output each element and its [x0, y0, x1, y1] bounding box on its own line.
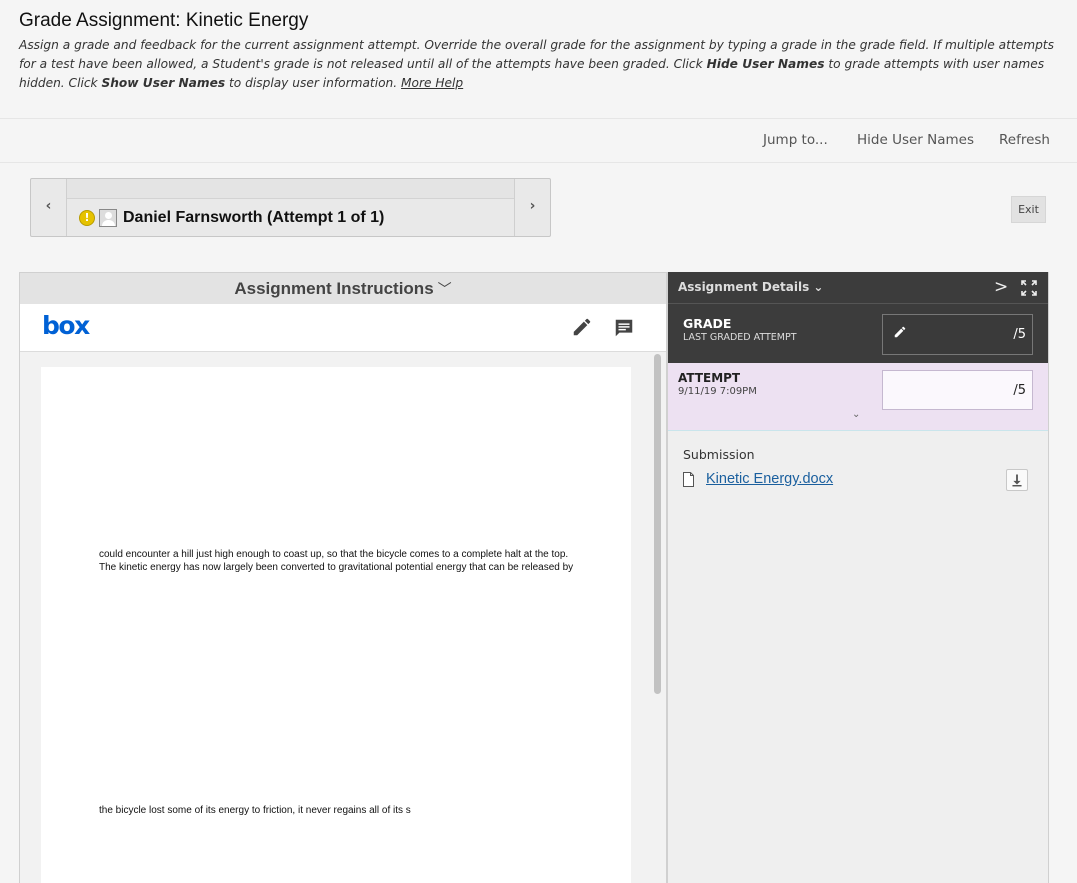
desc-text-3: to display user information.: [225, 76, 402, 90]
avatar-icon: [99, 209, 117, 227]
previous-student-button[interactable]: ‹: [31, 179, 67, 236]
chevron-down-icon[interactable]: ⌄: [852, 409, 860, 420]
attempt-date: 9/11/19 7:09PM: [678, 386, 757, 397]
download-button[interactable]: [1006, 469, 1028, 491]
comment-icon[interactable]: [613, 317, 635, 339]
attempt-label: ATTEMPT: [678, 371, 741, 385]
attempt-denominator: /5: [1013, 383, 1026, 398]
box-viewer-toolbar: box: [20, 304, 666, 352]
attempt-row: ATTEMPT 9/11/19 7:09PM /5 ⌄: [668, 363, 1048, 431]
desc-bold-show-user-names: Show User Names: [101, 76, 226, 90]
jump-to-link[interactable]: Jump to...: [763, 132, 828, 148]
current-student[interactable]: ! Daniel Farnsworth (Attempt 1 of 1): [79, 207, 384, 229]
chevron-down-icon: ⌄: [813, 280, 824, 294]
pencil-icon: [894, 326, 906, 338]
details-title: Assignment Details: [678, 280, 810, 294]
navigator-track: [67, 179, 514, 199]
overall-grade-field[interactable]: /5: [882, 314, 1033, 355]
collapse-panel-button[interactable]: >: [994, 277, 1008, 297]
assignment-details-toggle[interactable]: Assignment Details ⌄: [678, 280, 823, 294]
box-logo: box: [42, 311, 90, 340]
student-name: Daniel Farnsworth (Attempt 1 of 1): [123, 209, 385, 226]
attempt-grade-field[interactable]: /5: [882, 370, 1033, 410]
desc-bold-hide-user-names: Hide User Names: [706, 57, 825, 71]
pencil-icon[interactable]: [571, 316, 593, 338]
document-page: could encounter a hill just high enough …: [41, 367, 631, 883]
grade-row: GRADE LAST GRADED ATTEMPT /5: [668, 304, 1048, 363]
page-description: Assign a grade and feedback for the curr…: [19, 36, 1059, 93]
page-title: Grade Assignment: Kinetic Energy: [19, 10, 309, 31]
document-paragraph: the bicycle lost some of its energy to f…: [99, 805, 411, 816]
action-bar: Jump to... Hide User Names Refresh: [0, 118, 1077, 163]
grade-label: GRADE: [683, 316, 732, 331]
document-scrollbar[interactable]: [652, 354, 662, 883]
document-paragraph: could encounter a hill just high enough …: [99, 549, 574, 573]
grade-denominator: /5: [1013, 327, 1026, 342]
submission-file-link[interactable]: Kinetic Energy.docx: [706, 471, 833, 487]
file-icon: [683, 471, 694, 487]
page-header: Grade Assignment: Kinetic Energy Assign …: [0, 0, 1077, 118]
exit-button[interactable]: Exit: [1011, 196, 1046, 223]
submission-label: Submission: [683, 447, 755, 462]
download-icon: [1012, 474, 1022, 487]
document-viewer: could encounter a hill just high enough …: [20, 352, 666, 883]
instructions-label: Assignment Instructions: [234, 279, 434, 298]
instructions-panel: Assignment Instructions ﹀ box could encou…: [19, 272, 667, 883]
assignment-details-panel: Assignment Details ⌄ > GRADE LAST GRADED…: [667, 272, 1049, 883]
hide-user-names-link[interactable]: Hide User Names: [857, 132, 974, 148]
warning-icon: !: [79, 210, 95, 226]
scrollbar-thumb[interactable]: [654, 354, 661, 694]
student-navigator: ‹ ! Daniel Farnsworth (Attempt 1 of 1) ›: [30, 178, 551, 237]
refresh-link[interactable]: Refresh: [999, 132, 1050, 148]
grade-sublabel: LAST GRADED ATTEMPT: [683, 332, 797, 343]
assignment-instructions-toggle[interactable]: Assignment Instructions ﹀: [20, 273, 666, 304]
next-student-button[interactable]: ›: [514, 179, 550, 236]
chevron-down-icon: ﹀: [437, 281, 452, 297]
submission-file: Kinetic Energy.docx: [683, 471, 833, 487]
expand-icon[interactable]: [1020, 279, 1038, 297]
details-header: Assignment Details ⌄ >: [668, 272, 1048, 304]
more-help-link[interactable]: More Help: [401, 76, 463, 90]
